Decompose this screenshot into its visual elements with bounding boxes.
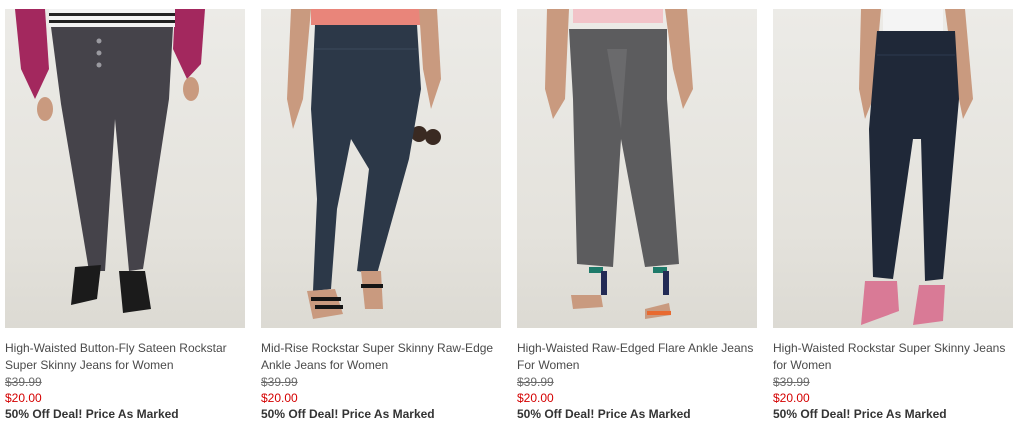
product-name-line-1: High-Waisted Raw-Edged Flare Ankle Jeans	[517, 341, 754, 355]
product-name-line-2: for Women	[773, 358, 832, 372]
product-card[interactable]: High-Waisted Rockstar Super Skinny Jeans…	[773, 9, 1013, 423]
deal-text: 50% Off Deal! Price As Marked	[261, 407, 435, 421]
product-name[interactable]: High-Waisted Rockstar Super Skinny Jeans…	[773, 340, 1013, 374]
product-link[interactable]: High-Waisted Rockstar Super Skinny Jeans…	[773, 341, 1005, 372]
product-card[interactable]: High-Waisted Button-Fly Sateen Rockstar …	[5, 9, 245, 423]
sale-price: $20.00	[261, 391, 298, 405]
product-image[interactable]	[517, 9, 757, 328]
deal-text: 50% Off Deal! Price As Marked	[773, 407, 947, 421]
product-grid: High-Waisted Button-Fly Sateen Rockstar …	[0, 0, 1014, 434]
original-price: $39.99	[5, 375, 42, 389]
product-name-line-1: High-Waisted Button-Fly Sateen Rockstar	[5, 341, 227, 355]
product-name-line-1: High-Waisted Rockstar Super Skinny Jeans	[773, 341, 1006, 355]
product-name-line-1: Mid-Rise Rockstar Super Skinny Raw-Edge	[261, 341, 494, 355]
product-photo-1	[15, 9, 205, 313]
deal-text: 50% Off Deal! Price As Marked	[5, 407, 179, 421]
product-image[interactable]	[261, 9, 501, 328]
product-card[interactable]: Mid-Rise Rockstar Super Skinny Raw-Edge …	[261, 9, 501, 423]
product-link[interactable]: High-Waisted Raw-Edged Flare Ankle Jeans…	[517, 341, 753, 372]
product-link[interactable]: High-Waisted Button-Fly Sateen Rockstar …	[5, 341, 227, 372]
product-name-line-2: Ankle Jeans for Women	[261, 358, 389, 372]
product-photo-3	[545, 9, 693, 319]
product-name[interactable]: Mid-Rise Rockstar Super Skinny Raw-Edge …	[261, 340, 501, 374]
product-name[interactable]: High-Waisted Button-Fly Sateen Rockstar …	[5, 340, 245, 374]
product-name-line-2: For Women	[517, 358, 580, 372]
sale-price: $20.00	[773, 391, 810, 405]
product-image[interactable]	[5, 9, 245, 328]
sale-price: $20.00	[5, 391, 42, 405]
sale-price: $20.00	[517, 391, 554, 405]
product-card[interactable]: High-Waisted Raw-Edged Flare Ankle Jeans…	[517, 9, 757, 423]
product-link[interactable]: Mid-Rise Rockstar Super Skinny Raw-Edge …	[261, 341, 493, 372]
product-name-line-2: Super Skinny Jeans for Women	[5, 358, 174, 372]
original-price: $39.99	[261, 375, 298, 389]
product-photo-4	[859, 9, 973, 325]
original-price: $39.99	[773, 375, 810, 389]
product-photo-2	[287, 9, 441, 319]
product-name[interactable]: High-Waisted Raw-Edged Flare Ankle Jeans…	[517, 340, 757, 374]
product-image[interactable]	[773, 9, 1013, 328]
original-price: $39.99	[517, 375, 554, 389]
deal-text: 50% Off Deal! Price As Marked	[517, 407, 691, 421]
